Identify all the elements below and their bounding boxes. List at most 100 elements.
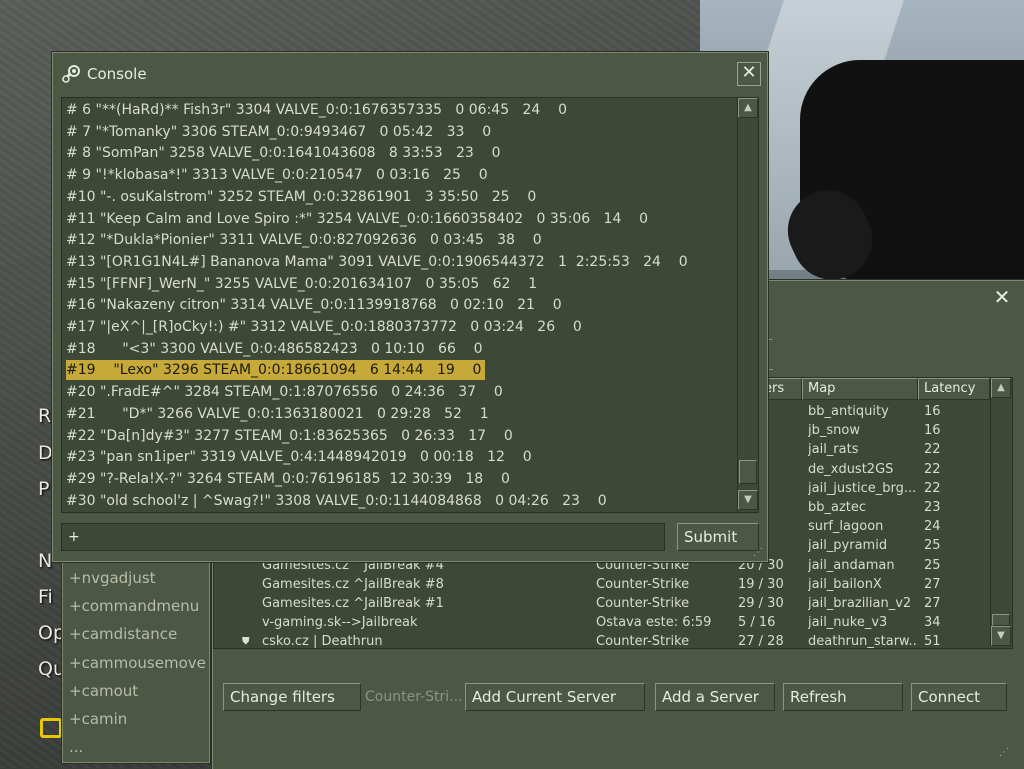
server-players: 5 / 16 (738, 615, 776, 631)
server-name: csko.cz | Deathrun (262, 634, 383, 649)
server-players: 19 / 30 (738, 576, 784, 592)
console-line: #12 "*Dukla*Pionier" 3311 VALVE_0:0:8270… (66, 232, 542, 249)
console-scroll-down-icon[interactable]: ▼ (738, 490, 758, 510)
server-latency: 27 (924, 596, 941, 611)
server-name: v-gaming.sk-->Jailbreak (262, 615, 418, 631)
server-map: jail_pyramid (808, 538, 888, 554)
server-row[interactable]: ⛊ csko.cz | Deathrun Counter-Strike 27 / 28… (214, 632, 994, 649)
server-game: Counter-Strike (596, 634, 690, 649)
filter-summary-text: Counter-Stri... (365, 689, 463, 705)
server-game: Counter-Strike (596, 596, 690, 611)
add-server-button[interactable]: Add a Server (655, 683, 775, 711)
server-name: Gamesites.cz ^JailBreak #1 (262, 596, 444, 611)
console-line: # 8 "SomPan" 3258 VALVE_0:0:1641043608 8… (66, 145, 501, 162)
server-map: jail_justice_brg... (808, 480, 917, 496)
scroll-down-icon[interactable]: ▼ (991, 626, 1011, 646)
console-resize-grip-icon[interactable]: ⋰ (753, 547, 765, 559)
console-line: #10 "-. osuKalstrom" 3252 STEAM_0:0:3286… (66, 188, 537, 205)
background-menu-label: N (38, 550, 53, 572)
server-name: Gamesites.cz ^JailBreak #8 (262, 576, 444, 592)
background-menu-label: Qu (38, 658, 65, 680)
server-latency: 16 (924, 404, 941, 419)
connect-button[interactable]: Connect (911, 683, 1007, 711)
server-list-scrollbar[interactable]: ▲ ▼ (990, 378, 1011, 646)
autocomplete-item[interactable]: +camin (69, 705, 127, 733)
background-menu-label: R (38, 405, 52, 427)
console-close-button[interactable]: ✕ (737, 62, 761, 86)
server-latency: 22 (924, 461, 941, 477)
server-latency: 51 (924, 634, 941, 649)
console-line: #18 "<3" 3300 VALVE_0:0:486582423 0 10:1… (66, 340, 483, 357)
browser-close-button[interactable]: ✕ (991, 287, 1013, 309)
server-latency: 34 (924, 615, 941, 631)
autocomplete-item[interactable]: +camout (69, 677, 138, 705)
console-autocomplete-list: +nvgadjust +commandmenu +camdistance +cammo… (62, 561, 210, 763)
server-latency: 27 (924, 576, 941, 592)
console-line: # 7 "*Tomanky" 3306 STEAM_0:0:9493467 0 … (66, 123, 492, 140)
background-menu-label: P (38, 478, 50, 500)
console-title: Console (87, 65, 147, 83)
console-scroll-thumb[interactable] (739, 460, 757, 484)
background-menu-label: Fi (38, 586, 53, 608)
console-window: Console ✕ # 6 "**(HaRd)** Fish3r" 3304 V… (52, 52, 768, 562)
server-game: Ostava este: 6:59 (596, 615, 712, 631)
autocomplete-item[interactable]: ... (69, 733, 83, 761)
console-line: # 6 "**(HaRd)** Fish3r" 3304 VALVE_0:0:1… (66, 102, 567, 118)
console-line: # 9 "!*klobasa*!" 3313 VALVE_0:0:210547 … (66, 167, 488, 184)
console-line: #23 "pan sn1iper" 3319 VALVE_0:4:1448942… (66, 449, 532, 466)
console-line: #13 "[OR1G1N4L#] Bananova Mama" 3091 VAL… (66, 253, 688, 270)
autocomplete-item[interactable]: +nvgadjust (69, 564, 156, 592)
server-map: deathrun_starw... (808, 634, 918, 649)
server-latency: 22 (924, 442, 941, 458)
server-map: jail_rats (808, 442, 859, 458)
console-line: #17 "|eX^|_[R]oCky!:) #" 3312 VALVE_0:0:… (66, 319, 582, 335)
console-scroll-up-icon[interactable]: ▲ (738, 98, 758, 118)
add-current-server-button[interactable]: Add Current Server (465, 683, 645, 711)
browser-resize-grip-icon[interactable]: ⋰ (999, 747, 1011, 759)
column-latency[interactable]: Latency (918, 378, 990, 400)
main-menu-highlight-icon (40, 718, 62, 738)
server-game: Counter-Strike (596, 576, 690, 592)
server-map: surf_lagoon (808, 519, 884, 535)
scroll-up-icon[interactable]: ▲ (991, 378, 1011, 398)
server-map: jail_brazilian_v2 (808, 596, 912, 611)
refresh-button[interactable]: Refresh (783, 683, 903, 711)
server-map: bb_aztec (808, 500, 867, 515)
server-latency: 23 (924, 500, 941, 515)
server-latency: 25 (924, 557, 941, 573)
console-line: #22 "Da[n]dy#3" 3277 STEAM_0:1:83625365 … (66, 427, 513, 444)
server-map: jail_bailonX (808, 576, 882, 592)
steam-icon (61, 65, 80, 83)
console-scrollbar[interactable]: ▲ ▼ (737, 97, 759, 513)
server-players: 27 / 28 (738, 634, 784, 649)
console-line: #20 ".FradE#^" 3284 STEAM_0:1:87076556 0… (66, 384, 503, 401)
server-players: 29 / 30 (738, 596, 784, 611)
server-latency: 24 (924, 519, 941, 535)
console-line: #21 "D*" 3266 VALVE_0:0:1363180021 0 29:… (66, 405, 489, 422)
server-latency: 25 (924, 538, 941, 554)
server-map: de_xdust2GS (808, 461, 894, 477)
console-line: #16 "Nakazeny citron" 3314 VALVE_0:0:113… (66, 297, 562, 314)
scroll-thumb[interactable] (992, 614, 1010, 626)
console-line-selected: #19 "Lexo" 3296 STEAM_0:0:18661094 6 14:… (66, 360, 486, 381)
console-line: #29 "?-Rela!X-?" 3264 STEAM_0:0:76196185… (66, 470, 510, 487)
submit-button[interactable]: Submit (677, 523, 759, 551)
autocomplete-item[interactable]: +camdistance (69, 620, 177, 648)
server-row[interactable]: Gamesites.cz ^JailBreak #1 Counter-Strike… (214, 594, 994, 613)
autocomplete-item[interactable]: +cammousemove (69, 649, 206, 677)
server-map: jb_snow (808, 423, 860, 439)
console-line: #15 "[FFNF]_WerN_" 3255 VALVE_0:0:201634… (66, 275, 538, 292)
server-map: jail_andaman (808, 557, 895, 573)
server-map: jail_nuke_v3 (808, 615, 888, 631)
shield-icon: ⛊ (242, 636, 250, 648)
change-filters-button[interactable]: Change filters (223, 683, 361, 711)
autocomplete-item[interactable]: +commandmenu (69, 592, 199, 620)
console-output: # 6 "**(HaRd)** Fish3r" 3304 VALVE_0:0:1… (61, 97, 739, 513)
server-map: bb_antiquity (808, 404, 889, 419)
background-menu-label: D (38, 442, 53, 464)
column-map[interactable]: Map (802, 378, 918, 400)
server-row[interactable]: Gamesites.cz ^JailBreak #8 Counter-Strike… (214, 575, 994, 594)
server-row[interactable]: v-gaming.sk-->Jailbreak Ostava este: 6:59… (214, 613, 994, 632)
server-latency: 22 (924, 480, 941, 496)
console-command-input[interactable] (61, 523, 665, 551)
